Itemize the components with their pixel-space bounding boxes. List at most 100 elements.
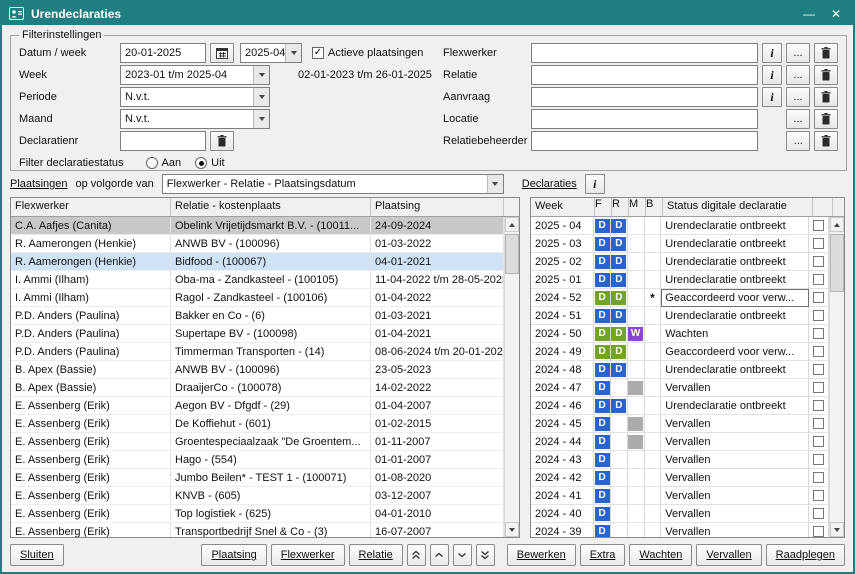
plaatsingen-scrollbar[interactable] [504, 217, 519, 537]
column-header[interactable]: F [595, 198, 612, 216]
column-header[interactable]: Relatie - kostenplaats [171, 198, 371, 216]
bewerken-button[interactable]: Bewerken [507, 544, 576, 566]
flexwerker-info-button[interactable]: i [762, 43, 782, 63]
column-header[interactable]: Status digitale declaratie [663, 198, 813, 216]
plaatsing-row[interactable]: E. Assenberg (Erik)De Koffiehut - (601)0… [11, 415, 504, 433]
next-record-button[interactable] [453, 544, 472, 566]
scrollbar-track[interactable] [505, 232, 519, 522]
plaatsing-row[interactable]: E. Assenberg (Erik)Aegon BV - Dfgdf - (2… [11, 397, 504, 415]
plaatsing-row[interactable]: E. Assenberg (Erik)KNVB - (605)03-12-200… [11, 487, 504, 505]
column-header[interactable]: Plaatsing [371, 198, 504, 216]
scrollbar-thumb[interactable] [830, 234, 844, 292]
flexwerker-browse-button[interactable]: ... [786, 43, 810, 63]
declaraties-info-button[interactable]: i [585, 174, 605, 194]
plaatsing-row[interactable]: B. Apex (Bassie)ANWB BV - (100096)23-05-… [11, 361, 504, 379]
flexwerker-button[interactable]: Flexwerker [271, 544, 345, 566]
declaratie-row[interactable]: 2024 - 41DVervallen [531, 487, 829, 505]
plaatsing-row[interactable]: R. Aamerongen (Henkie)Bidfood - (100067)… [11, 253, 504, 271]
declaratie-row[interactable]: 2024 - 50DDWWachten [531, 325, 829, 343]
declaratie-row[interactable]: 2024 - 52DD*Geaccordeerd voor verw... [531, 289, 829, 307]
locatie-input[interactable] [531, 109, 758, 129]
plaatsing-row[interactable]: B. Apex (Bassie)DraaijerCo - (100078)14-… [11, 379, 504, 397]
column-header[interactable]: R [612, 198, 629, 216]
declaratie-checkbox[interactable] [813, 238, 824, 249]
declaratie-row[interactable]: 2025 - 01DDUrendeclaratie ontbreekt [531, 271, 829, 289]
declaratie-checkbox[interactable] [813, 454, 824, 465]
declaratie-row[interactable]: 2024 - 49DDGeaccordeerd voor verw... [531, 343, 829, 361]
declaratie-checkbox[interactable] [813, 472, 824, 483]
plaatsing-row[interactable]: E. Assenberg (Erik)Top logistiek - (625)… [11, 505, 504, 523]
column-header[interactable]: B [646, 198, 663, 216]
declaratie-checkbox[interactable] [813, 490, 824, 501]
aanvraag-input[interactable] [531, 87, 758, 107]
close-button[interactable]: ✕ [826, 7, 846, 21]
status-aan-radio[interactable] [146, 157, 158, 169]
relatie-button[interactable]: Relatie [349, 544, 403, 566]
declaratie-row[interactable]: 2024 - 44DVervallen [531, 433, 829, 451]
declaratie-checkbox[interactable] [813, 436, 824, 447]
column-header[interactable]: Flexwerker [11, 198, 171, 216]
plaatsing-row[interactable]: E. Assenberg (Erik)Groentespeciaalzaak "… [11, 433, 504, 451]
raadplegen-button[interactable]: Raadplegen [766, 544, 845, 566]
plaatsing-row[interactable]: I. Ammi (Ilham)Ragol - Zandkasteel - (10… [11, 289, 504, 307]
maand-select[interactable]: N.v.t. [120, 109, 270, 129]
declaratie-checkbox[interactable] [813, 400, 824, 411]
sort-order-select[interactable]: Flexwerker - Relatie - Plaatsingsdatum [162, 174, 504, 194]
declaratie-checkbox[interactable] [813, 526, 824, 537]
declaratie-row[interactable]: 2024 - 47DVervallen [531, 379, 829, 397]
declaratie-row[interactable]: 2024 - 42DVervallen [531, 469, 829, 487]
scroll-up-button[interactable] [505, 217, 519, 232]
declaratie-row[interactable]: 2024 - 39DVervallen [531, 523, 829, 537]
extra-button[interactable]: Extra [580, 544, 626, 566]
declaratie-row[interactable]: 2024 - 46DDUrendeclaratie ontbreekt [531, 397, 829, 415]
periode-select[interactable]: N.v.t. [120, 87, 270, 107]
scroll-down-button[interactable] [505, 522, 519, 537]
aanvraag-delete-button[interactable] [814, 87, 838, 107]
locatie-browse-button[interactable]: ... [786, 109, 810, 129]
declaratie-checkbox[interactable] [813, 256, 824, 267]
datum-input[interactable] [120, 43, 206, 63]
relatiebeheerder-delete-button[interactable] [814, 131, 838, 151]
plaatsing-row[interactable]: R. Aamerongen (Henkie)ANWB BV - (100096)… [11, 235, 504, 253]
locatie-delete-button[interactable] [814, 109, 838, 129]
calendar-button[interactable] [210, 43, 234, 63]
plaatsing-row[interactable]: P.D. Anders (Paulina)Timmerman Transport… [11, 343, 504, 361]
declaratienr-input[interactable] [120, 131, 206, 151]
column-header[interactable]: Week [531, 198, 595, 216]
plaatsing-row[interactable]: E. Assenberg (Erik)Hago - (554)01-01-200… [11, 451, 504, 469]
scroll-up-button[interactable] [830, 217, 844, 232]
plaatsingen-tab[interactable]: Plaatsingen [10, 178, 68, 190]
declaraties-scrollbar[interactable] [829, 217, 844, 537]
declaratie-row[interactable]: 2024 - 40DVervallen [531, 505, 829, 523]
declaratie-row[interactable]: 2024 - 48DDUrendeclaratie ontbreekt [531, 361, 829, 379]
actieve-plaatsingen-checkbox[interactable]: ✓ [312, 47, 324, 59]
plaatsing-button[interactable]: Plaatsing [201, 544, 266, 566]
relatie-input[interactable] [531, 65, 758, 85]
declaratie-checkbox[interactable] [813, 382, 824, 393]
plaatsing-row[interactable]: P.D. Anders (Paulina)Bakker en Co - (6)0… [11, 307, 504, 325]
declaratie-checkbox[interactable] [813, 310, 824, 321]
plaatsing-row[interactable]: P.D. Anders (Paulina)Supertape BV - (100… [11, 325, 504, 343]
declaratie-checkbox[interactable] [813, 220, 824, 231]
vervallen-button[interactable]: Vervallen [696, 544, 761, 566]
relatie-browse-button[interactable]: ... [786, 65, 810, 85]
scrollbar-track[interactable] [830, 232, 844, 522]
declaratie-row[interactable]: 2024 - 43DVervallen [531, 451, 829, 469]
previous-record-button[interactable] [430, 544, 449, 566]
last-record-button[interactable] [476, 544, 495, 566]
declaratie-checkbox[interactable] [813, 346, 824, 357]
plaatsing-row[interactable]: E. Assenberg (Erik)Transportbedrijf Snel… [11, 523, 504, 537]
relatie-info-button[interactable]: i [762, 65, 782, 85]
declaratie-checkbox[interactable] [813, 328, 824, 339]
datum-week-select[interactable]: 2025-04 [240, 43, 302, 63]
flexwerker-delete-button[interactable] [814, 43, 838, 63]
wachten-button[interactable]: Wachten [629, 544, 692, 566]
declaratie-row[interactable]: 2025 - 03DDUrendeclaratie ontbreekt [531, 235, 829, 253]
relatie-delete-button[interactable] [814, 65, 838, 85]
declaraties-tab[interactable]: Declaraties [522, 178, 577, 190]
declaratie-checkbox[interactable] [813, 292, 824, 303]
relatiebeheerder-input[interactable] [531, 131, 758, 151]
declaratie-row[interactable]: 2024 - 45DVervallen [531, 415, 829, 433]
minimize-button[interactable]: — [799, 7, 819, 21]
column-header[interactable] [813, 198, 833, 216]
